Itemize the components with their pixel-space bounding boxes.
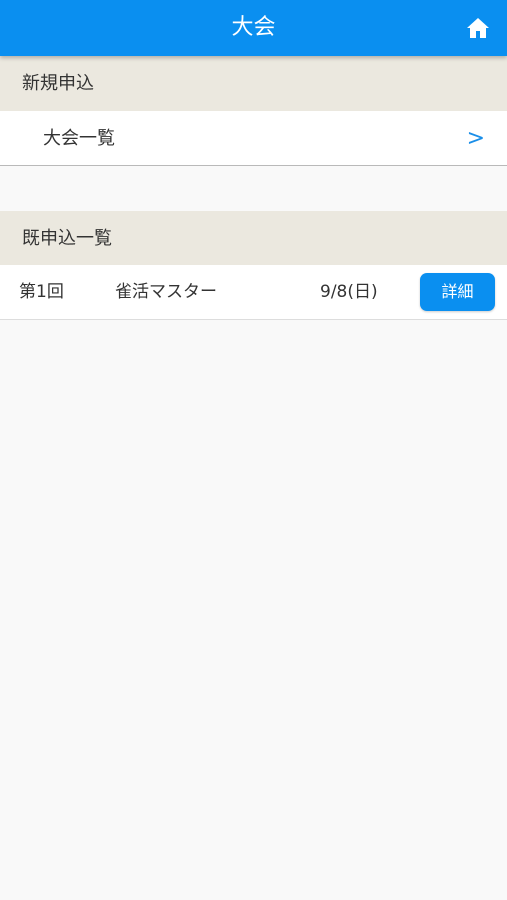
section-header-existing-applications: 既申込一覧 xyxy=(0,211,507,266)
tournament-list-label: 大会一覧 xyxy=(43,128,115,149)
tournament-list-link[interactable]: 大会一覧 > xyxy=(0,111,507,166)
entry-date: 9/8(日) xyxy=(320,282,378,302)
app-header: 大会 xyxy=(0,0,507,56)
entry-tournament-name: 雀活マスター xyxy=(115,282,217,302)
entry-round: 第1回 xyxy=(19,282,64,302)
list-item: 第1回 雀活マスター 9/8(日) 詳細 xyxy=(0,265,507,320)
page-title: 大会 xyxy=(231,15,276,40)
home-icon xyxy=(467,18,489,38)
section-header-new-application: 新規申込 xyxy=(0,56,507,111)
chevron-right-icon: > xyxy=(466,126,485,151)
home-button[interactable] xyxy=(463,13,493,43)
detail-button[interactable]: 詳細 xyxy=(420,273,495,311)
